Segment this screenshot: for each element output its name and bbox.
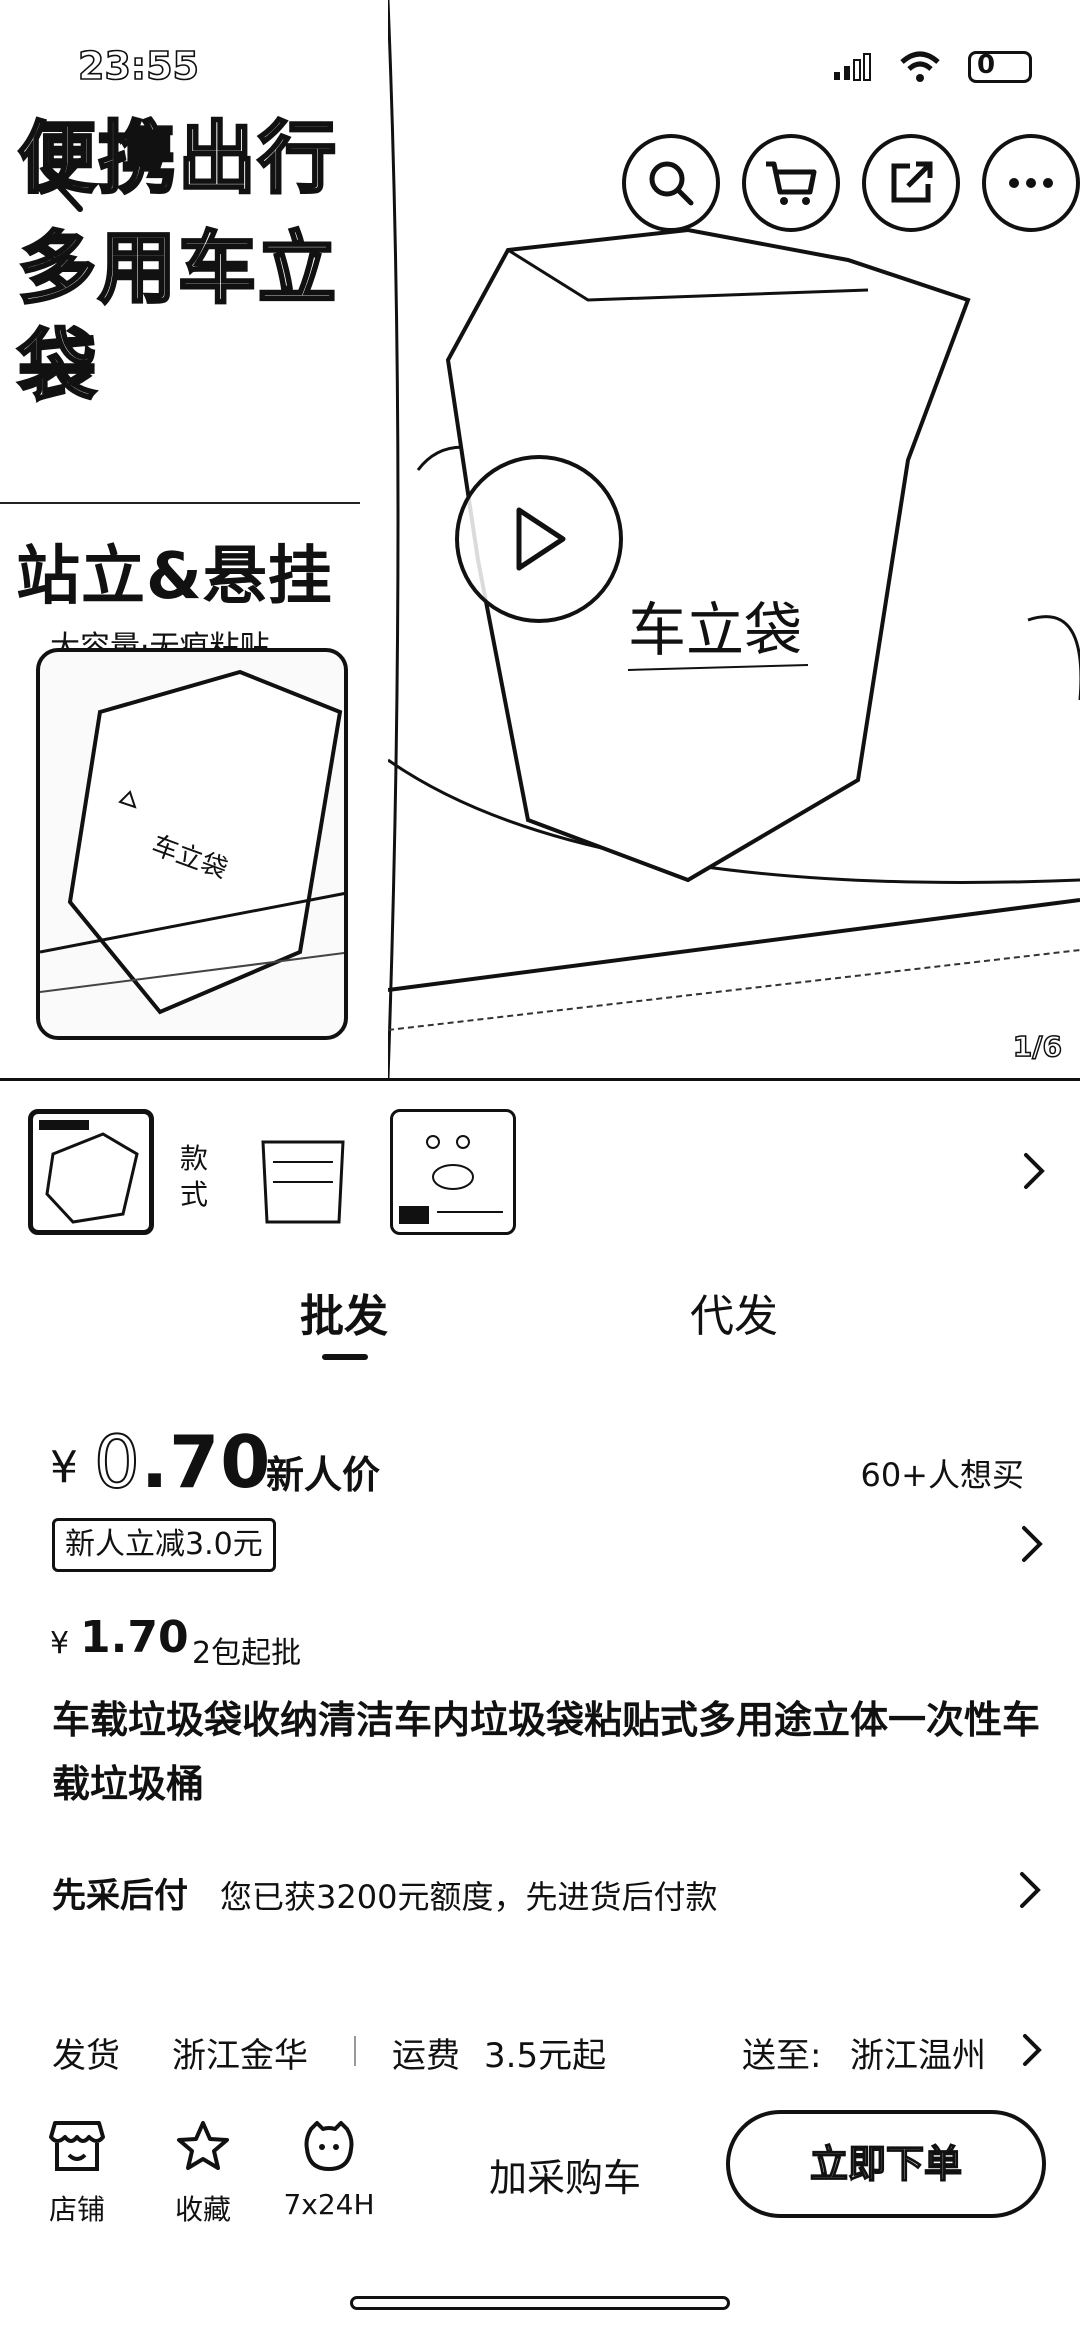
promo-divider <box>0 502 360 504</box>
chevron-left-icon <box>53 158 83 212</box>
destination-chevron <box>1022 2032 1042 2077</box>
buy-now-button[interactable]: 立即下单 <box>726 2110 1046 2218</box>
pay-later-label: 先采后付 <box>52 1876 188 1916</box>
cart-button[interactable] <box>742 134 840 232</box>
home-indicator[interactable] <box>350 2296 730 2310</box>
bag-brand-text: 车立袋 <box>628 596 802 664</box>
active-tab-indicator <box>322 1354 368 1360</box>
shipping-row[interactable]: 发货 浙江金华 运费 3.5元起 送至: 浙江温州 <box>52 2028 1042 2088</box>
customer-service-icon <box>304 2121 354 2171</box>
price-dec: .70 <box>140 1420 272 1504</box>
customer-service-label: 7x24H <box>283 2188 375 2221</box>
promo-line-2: 多用车立袋 <box>17 223 339 414</box>
cart-icon <box>766 161 817 205</box>
favorite-label: 收藏 <box>174 2193 231 2226</box>
status-time: 23:55 <box>77 43 200 89</box>
ship-fee: 3.5元起 <box>484 2036 607 2076</box>
chevron-right-icon <box>1024 1153 1045 1189</box>
shop-label: 店铺 <box>48 2193 105 2226</box>
bottom-action-bar: 店铺 收藏 7x24H 加采购车 立即下单 <box>0 2100 1080 2290</box>
bulk-price: 1.70 <box>80 1612 189 1663</box>
wants-count: 60+人想买 <box>860 1456 1024 1494</box>
pay-later-row[interactable]: 先采后付 您已获3200元额度，先进货后付款 <box>52 1862 1042 1922</box>
purchase-mode-tabs: 批发 代发 <box>0 1270 1080 1370</box>
chevron-right-icon <box>1023 2034 1042 2066</box>
min-order: 2包起批 <box>192 1636 302 1671</box>
ship-separator <box>354 2036 356 2066</box>
signal-icon <box>834 53 871 81</box>
style-option-2[interactable] <box>240 1109 366 1235</box>
coupon-badge[interactable]: 新人立减3.0元 <box>52 1518 276 1572</box>
star-icon <box>177 2121 229 2170</box>
more-button[interactable] <box>982 134 1080 232</box>
more-icon <box>1009 178 1053 188</box>
coupon-chevron[interactable] <box>1020 1524 1044 1568</box>
style-option-1[interactable] <box>28 1109 154 1235</box>
status-bar: 23:55 0 <box>0 0 1080 110</box>
style-more-chevron[interactable] <box>1022 1151 1046 1195</box>
price-currency: ¥ <box>50 1442 78 1493</box>
ship-to-label: 送至: <box>742 2036 822 2076</box>
style-selector[interactable]: 款式 <box>0 1078 1080 1258</box>
search-icon <box>649 161 694 206</box>
style-option-3[interactable] <box>390 1109 516 1235</box>
price-row: ¥ 0.70 新人价 60+人想买 <box>50 1419 1040 1505</box>
ship-destination: 浙江温州 <box>850 2036 986 2076</box>
price-value: 0.70 <box>93 1419 272 1505</box>
tab-dropship[interactable]: 代发 <box>690 1280 778 1344</box>
chevron-right-icon <box>1020 1872 1041 1908</box>
top-action-bar <box>622 134 1080 232</box>
ship-fee-label: 运费 <box>392 2036 460 2076</box>
customer-service-button[interactable]: 7x24H <box>274 2116 384 2221</box>
battery-icon: 0 <box>968 50 1032 83</box>
back-button[interactable] <box>38 150 98 220</box>
image-counter: 1/6 <box>1012 1029 1063 1064</box>
shop-icon <box>49 2121 105 2171</box>
add-to-cart-button[interactable]: 加采购车 <box>440 2130 690 2226</box>
price-tag: 新人价 <box>266 1453 381 1497</box>
tab-wholesale[interactable]: 批发 <box>300 1280 388 1344</box>
share-button[interactable] <box>862 134 960 232</box>
video-play-button[interactable] <box>455 455 623 623</box>
shop-button[interactable]: 店铺 <box>22 2116 132 2228</box>
product-title: 车载垃圾袋收纳清洁车内垃圾袋粘贴式多用途立体一次性车载垃圾桶 <box>52 1698 1041 1806</box>
pay-later-text: 您已获3200元额度，先进货后付款 <box>220 1878 718 1916</box>
ship-from-label: 发货 <box>52 2036 120 2076</box>
battery-level: 0 <box>977 50 996 80</box>
search-button[interactable] <box>622 134 720 232</box>
wifi-icon <box>900 51 940 82</box>
favorite-button[interactable]: 收藏 <box>148 2116 258 2228</box>
pay-later-chevron <box>1018 1870 1042 1914</box>
share-icon <box>891 161 933 203</box>
price-int: 0 <box>93 1419 141 1505</box>
promo-heading: 站立&悬挂 <box>16 540 333 614</box>
promo-inset-photo: 车立袋 <box>36 648 348 1040</box>
play-icon <box>516 507 566 571</box>
ship-origin: 浙江金华 <box>172 2036 308 2076</box>
chevron-right-icon <box>1022 1526 1043 1562</box>
bulk-currency: ¥ <box>50 1626 70 1661</box>
style-label: 款式 <box>180 1142 209 1211</box>
